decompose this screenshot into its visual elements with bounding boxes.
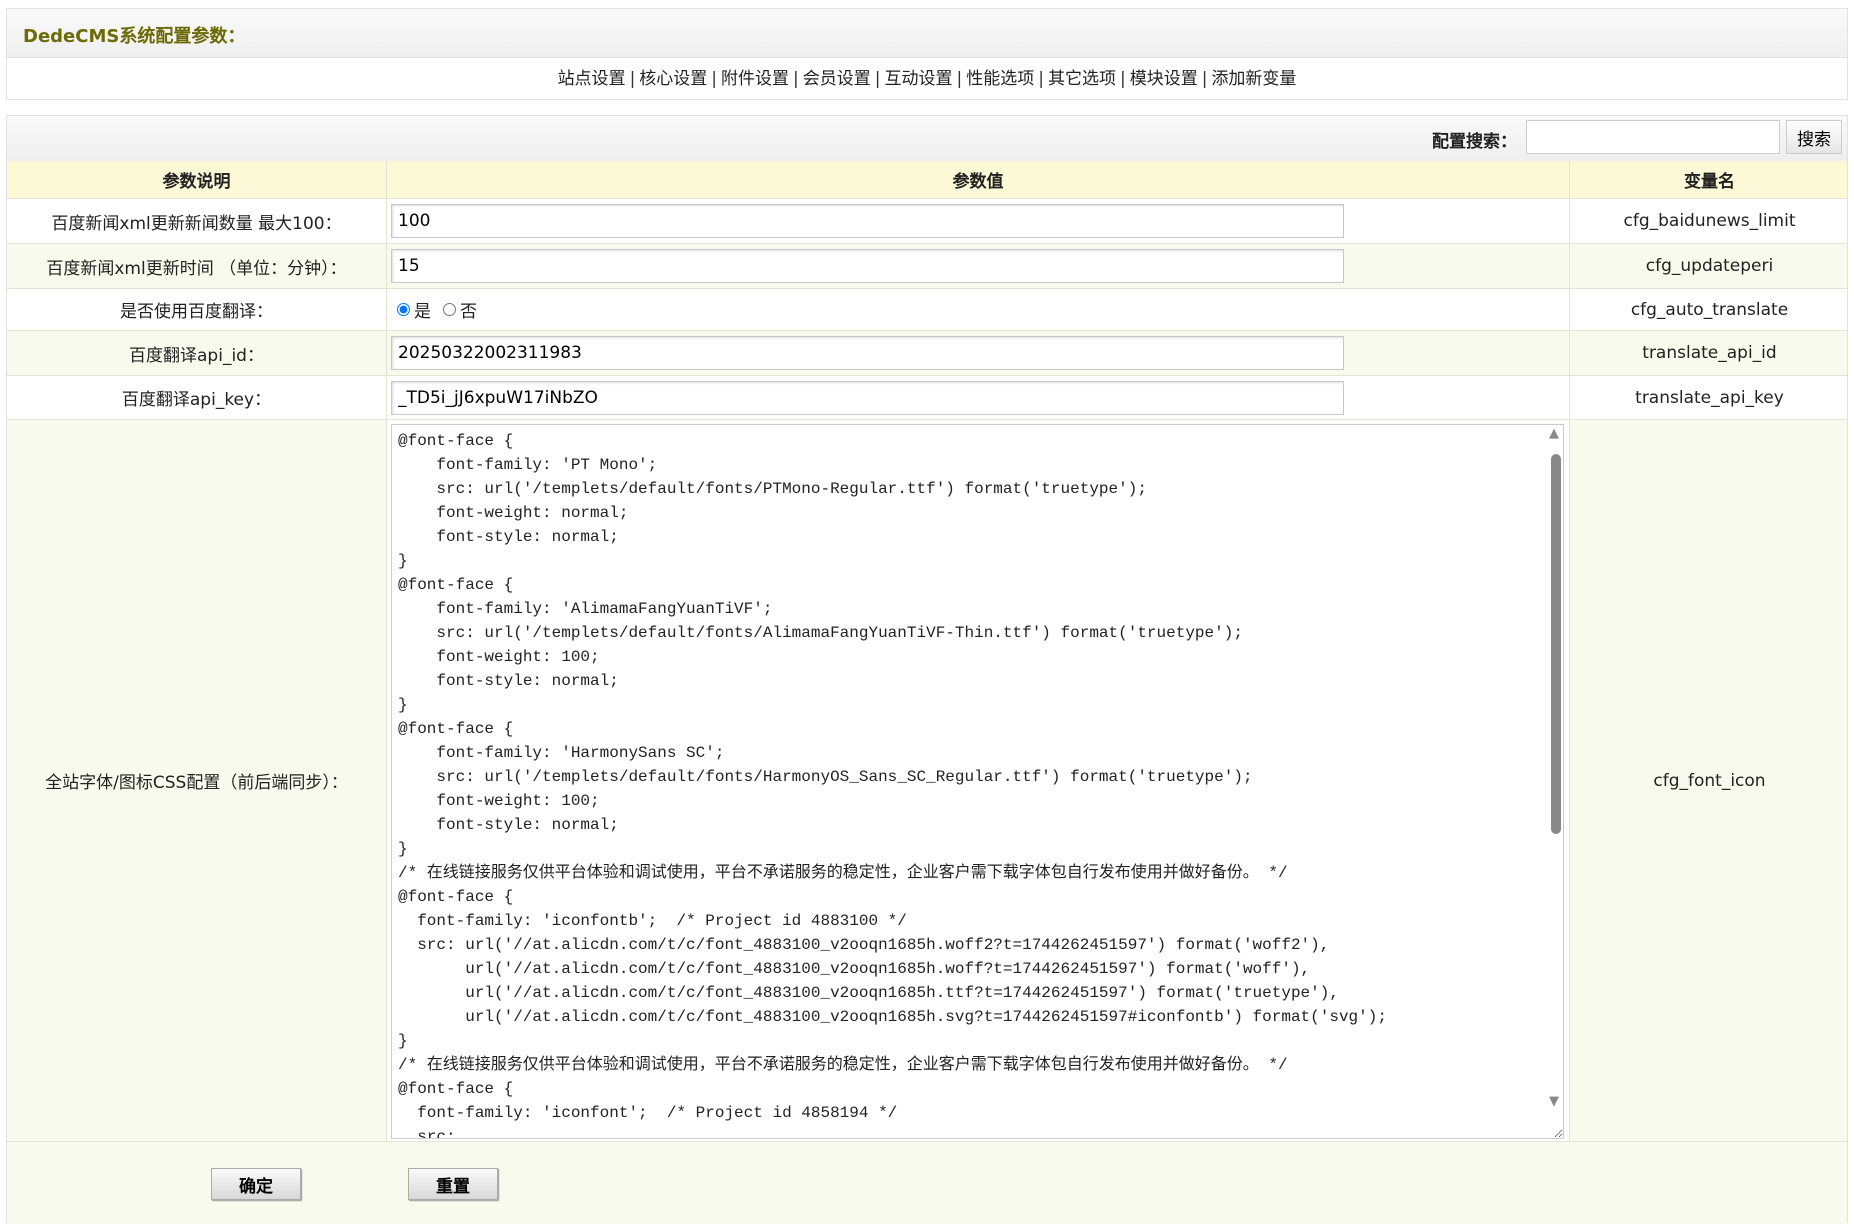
radio-no-label: 否: [460, 302, 477, 322]
nav-site-settings[interactable]: 站点设置: [558, 69, 626, 89]
table-row: 百度新闻xml更新时间 （单位：分钟）： cfg_updateperi: [7, 244, 1847, 289]
radio-yes-input[interactable]: [397, 303, 410, 316]
api-id-input[interactable]: [391, 336, 1344, 370]
table-row: 百度新闻xml更新新闻数量 最大100： cfg_baidunews_limit: [7, 199, 1847, 244]
scrollbar-thumb[interactable]: [1551, 454, 1561, 834]
row-varname: translate_api_id: [1642, 343, 1777, 363]
table-header: 参数说明 参数值 变量名: [7, 161, 1847, 199]
search-bar: 配置搜索： 搜索: [7, 116, 1847, 162]
config-nav: 站点设置 | 核心设置 | 附件设置 | 会员设置 | 互动设置 | 性能选项 | 其它选项 | 模块设置 |…: [6, 57, 1848, 100]
confirm-button[interactable]: 确定: [211, 1168, 301, 1200]
header-description: 参数说明: [7, 161, 387, 198]
row-varname: translate_api_key: [1635, 387, 1784, 408]
scroll-up-arrow-icon[interactable]: ▲: [1549, 426, 1559, 441]
row-varname: cfg_font_icon: [1653, 770, 1766, 791]
radio-yes-label: 是: [414, 302, 431, 322]
nav-other-options[interactable]: 其它选项: [1048, 69, 1116, 89]
baidunews-limit-input[interactable]: [391, 204, 1344, 238]
form-actions: 确定 重置: [7, 1142, 1847, 1224]
api-key-input[interactable]: [391, 380, 1344, 415]
font-css-textarea[interactable]: @font-face { font-family: 'PT Mono'; src…: [391, 424, 1564, 1139]
row-label: 是否使用百度翻译：: [7, 289, 387, 330]
row-label: 全站字体/图标CSS配置（前后端同步）：: [7, 420, 387, 1141]
table-row: 百度翻译api_key： translate_api_key: [7, 376, 1847, 420]
title-bar: DedeCMS系统配置参数：: [6, 8, 1848, 58]
nav-interaction-settings[interactable]: 互动设置: [885, 69, 953, 89]
page-title: DedeCMS系统配置参数：: [23, 26, 246, 47]
nav-attachment-settings[interactable]: 附件设置: [721, 69, 789, 89]
header-value: 参数值: [387, 161, 1570, 198]
search-button[interactable]: 搜索: [1786, 120, 1842, 154]
search-input[interactable]: [1526, 120, 1780, 154]
nav-performance-options[interactable]: 性能选项: [966, 69, 1034, 89]
nav-core-settings[interactable]: 核心设置: [639, 69, 707, 89]
radio-no-input[interactable]: [443, 303, 456, 316]
table-row: 百度翻译api_id： translate_api_id: [7, 331, 1847, 376]
table-row: 是否使用百度翻译： 是 否 cfg_auto_translate: [7, 289, 1847, 331]
search-label: 配置搜索：: [1432, 132, 1517, 152]
row-label: 百度翻译api_id：: [7, 331, 387, 375]
nav-add-variable[interactable]: 添加新变量: [1211, 69, 1296, 89]
nav-module-settings[interactable]: 模块设置: [1130, 69, 1198, 89]
row-varname: cfg_auto_translate: [1630, 299, 1789, 320]
row-label: 百度新闻xml更新新闻数量 最大100：: [7, 199, 387, 243]
radio-no[interactable]: 否: [437, 297, 477, 322]
radio-yes[interactable]: 是: [391, 297, 431, 322]
row-label: 百度翻译api_key：: [7, 376, 387, 419]
update-period-input[interactable]: [391, 249, 1344, 283]
row-varname: cfg_updateperi: [1645, 256, 1774, 276]
config-panel: 配置搜索： 搜索 参数说明 参数值 变量名 百度新闻xml更新新闻数量 最大10…: [6, 115, 1848, 1224]
header-varname: 变量名: [1684, 172, 1735, 192]
row-varname: cfg_baidunews_limit: [1623, 211, 1796, 231]
table-row: 全站字体/图标CSS配置（前后端同步）： @font-face { font-f…: [7, 420, 1847, 1142]
nav-member-settings[interactable]: 会员设置: [803, 69, 871, 89]
reset-button[interactable]: 重置: [408, 1168, 498, 1200]
row-label: 百度新闻xml更新时间 （单位：分钟）：: [7, 244, 387, 288]
textarea-scrollbar[interactable]: ▲ ▼: [1547, 426, 1565, 1126]
scroll-down-arrow-icon[interactable]: ▼: [1549, 1094, 1559, 1109]
